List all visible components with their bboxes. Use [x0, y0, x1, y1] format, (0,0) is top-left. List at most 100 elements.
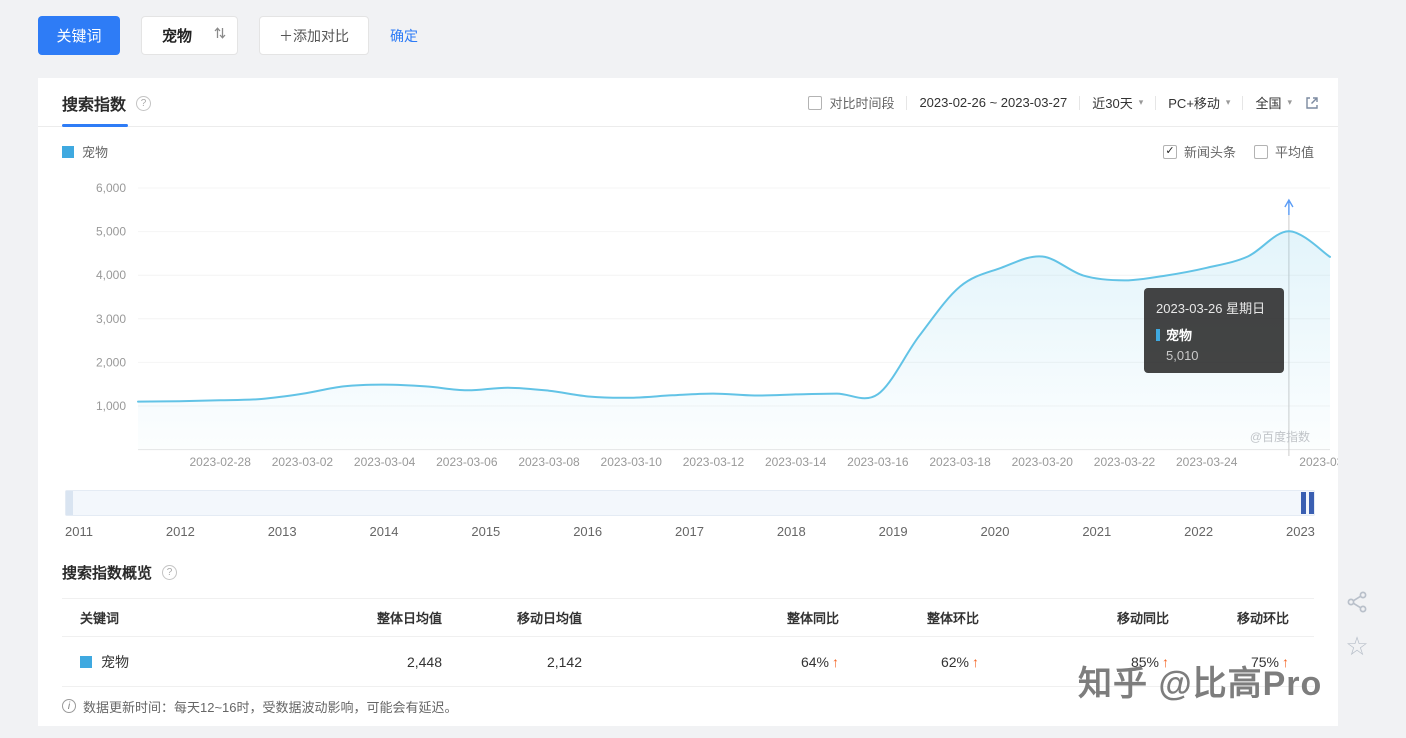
cell-keyword: 宠物	[62, 652, 342, 672]
add-compare-button[interactable]: ＋添加对比	[259, 16, 369, 55]
sort-arrows-icon[interactable]	[213, 26, 227, 45]
star-icon[interactable]: ☆	[1345, 633, 1368, 659]
legend-row: 宠物 ✓ 新闻头条 平均值	[62, 142, 1314, 161]
device-filter-dropdown[interactable]: PC+移动 ▾	[1168, 93, 1230, 112]
region-filter-value: 全国	[1255, 96, 1282, 111]
checkbox-unchecked-icon	[808, 95, 823, 110]
timeline-year-label: 2012	[165, 524, 195, 539]
floating-action-rail: ☆	[1345, 590, 1369, 659]
svg-text:2023-03-12: 2023-03-12	[683, 455, 745, 469]
svg-text:2023-02-28: 2023-02-28	[190, 455, 252, 469]
svg-text:2023-03-27: 2023-03-27	[1299, 455, 1338, 469]
svg-text:2023-03-02: 2023-03-02	[272, 455, 334, 469]
tab-search-index[interactable]: 搜索指数	[62, 91, 126, 115]
timeline-year-label: 2018	[776, 524, 806, 539]
timeline-year-label: 2015	[471, 524, 501, 539]
tab-active-underline	[62, 124, 128, 127]
cell-overall-qoq: 62% ↑	[940, 653, 979, 670]
divider	[1242, 95, 1244, 110]
svg-text:3,000: 3,000	[96, 312, 126, 326]
overview-title: 搜索指数概览	[62, 565, 153, 582]
svg-text:2023-03-16: 2023-03-16	[847, 455, 909, 469]
confirm-link[interactable]: 确定	[390, 26, 418, 46]
external-link-icon[interactable]	[1304, 95, 1320, 111]
svg-text:2023-03-10: 2023-03-10	[601, 455, 663, 469]
checkbox-unchecked-icon	[1253, 144, 1268, 159]
svg-text:2023-03-18: 2023-03-18	[929, 455, 991, 469]
tooltip-keyword: 宠物	[1166, 328, 1193, 343]
baidu-index-watermark: @百度指数	[1250, 429, 1310, 444]
header-overall-yoy: 整体同比	[786, 611, 839, 626]
keyword-value: 宠物	[162, 28, 193, 45]
cell-overall-daily-avg: 2,448	[406, 653, 442, 670]
timeline-slider: 2011 2012 2013 2014 2015 2016 2017 2018 2019 2020…	[65, 490, 1315, 539]
checkbox-checked-icon: ✓	[1162, 144, 1177, 159]
timeline-year-label: 2022	[1184, 524, 1214, 539]
timeline-year-label: 2011	[65, 524, 93, 539]
trend-up-icon: ↑	[832, 653, 839, 670]
timeline-year-label: 2021	[1082, 524, 1112, 539]
timeline-year-label: 2014	[369, 524, 399, 539]
timeline-year-label: 2013	[267, 524, 297, 539]
timeline-year-label: 2017	[675, 524, 704, 539]
time-filter-dropdown[interactable]: 近30天 ▾	[1092, 93, 1143, 112]
region-filter-dropdown[interactable]: 全国 ▾	[1255, 93, 1292, 112]
trend-up-icon: ↑	[972, 653, 979, 670]
chart-tooltip: 2023-03-26 星期日 宠物 5,010	[1144, 288, 1284, 373]
cell-mobile-daily-avg: 2,142	[546, 653, 582, 670]
keyword-button[interactable]: 关键词	[38, 16, 120, 55]
news-headlines-checkbox[interactable]: ✓ 新闻头条	[1162, 142, 1236, 161]
tooltip-series-swatch	[1156, 328, 1160, 341]
header-mobile-qoq: 移动环比	[1236, 611, 1289, 626]
svg-text:2023-03-24: 2023-03-24	[1176, 455, 1238, 469]
legend-item[interactable]: 宠物	[62, 142, 108, 161]
search-index-card: 搜索指数 ? 对比时间段 2023-02-26 ~ 2023-03-27 近30…	[38, 78, 1361, 726]
tooltip-value: 5,010	[1166, 348, 1199, 363]
top-toolbar: 关键词 宠物 ＋添加对比 确定	[38, 16, 418, 55]
svg-text:4,000: 4,000	[96, 268, 126, 282]
svg-text:2023-03-06: 2023-03-06	[436, 455, 498, 469]
help-icon[interactable]: ?	[162, 565, 178, 580]
header-overall-daily-avg: 整体日均值	[376, 611, 442, 626]
timeline-year-label: 2020	[980, 524, 1010, 539]
timeline-range-end-handle[interactable]	[1309, 492, 1314, 514]
legend-swatch	[62, 145, 74, 158]
keyword-input[interactable]: 宠物	[141, 16, 238, 55]
help-icon[interactable]: ?	[136, 95, 152, 111]
chevron-down-icon: ▾	[1287, 97, 1292, 107]
svg-text:2023-03-20: 2023-03-20	[1012, 455, 1074, 469]
tooltip-date: 2023-03-26 星期日	[1156, 301, 1266, 316]
time-filter-value: 近30天	[1092, 96, 1133, 111]
table-header-row: 关键词 整体日均值 移动日均值 整体同比 整体环比 移动同比 移动环比	[62, 598, 1314, 637]
divider	[1079, 95, 1081, 110]
timeline-range-start-handle[interactable]	[1301, 492, 1306, 514]
svg-text:2,000: 2,000	[96, 355, 126, 369]
header-mobile-daily-avg: 移动日均值	[516, 611, 582, 626]
series-swatch	[80, 655, 92, 668]
watermark: 知乎 @比高Pro	[1078, 665, 1323, 703]
date-range[interactable]: 2023-02-26 ~ 2023-03-27	[919, 95, 1067, 110]
compare-period-label: 对比时间段	[829, 96, 895, 111]
divider	[1155, 95, 1157, 110]
timeline-year-label: 2023	[1285, 524, 1315, 539]
svg-text:2023-03-22: 2023-03-22	[1094, 455, 1156, 469]
news-headlines-label: 新闻头条	[1183, 145, 1236, 160]
svg-text:5,000: 5,000	[96, 225, 126, 239]
svg-text:1,000: 1,000	[96, 399, 126, 413]
svg-text:2023-03-04: 2023-03-04	[354, 455, 416, 469]
compare-period-checkbox[interactable]: 对比时间段	[808, 93, 894, 112]
legend-label: 宠物	[82, 145, 109, 160]
info-icon: i	[62, 699, 76, 713]
keyword-text: 宠物	[101, 653, 129, 670]
chevron-down-icon: ▾	[1138, 97, 1144, 107]
average-label: 平均值	[1274, 145, 1314, 160]
svg-text:2023-03-08: 2023-03-08	[518, 455, 580, 469]
share-icon[interactable]	[1345, 590, 1369, 619]
trend-chart[interactable]: 1,000 2,000 3,000 4,000 5,000 6,000 2023-02-28…	[38, 173, 1361, 478]
average-checkbox[interactable]: 平均值	[1253, 142, 1314, 161]
header-keyword: 关键词	[80, 611, 120, 626]
svg-text:2023-03-14: 2023-03-14	[765, 455, 827, 469]
timeline-year-label: 2019	[878, 524, 908, 539]
timeline-left-handle[interactable]	[66, 491, 73, 515]
timeline-track[interactable]	[65, 490, 1315, 516]
